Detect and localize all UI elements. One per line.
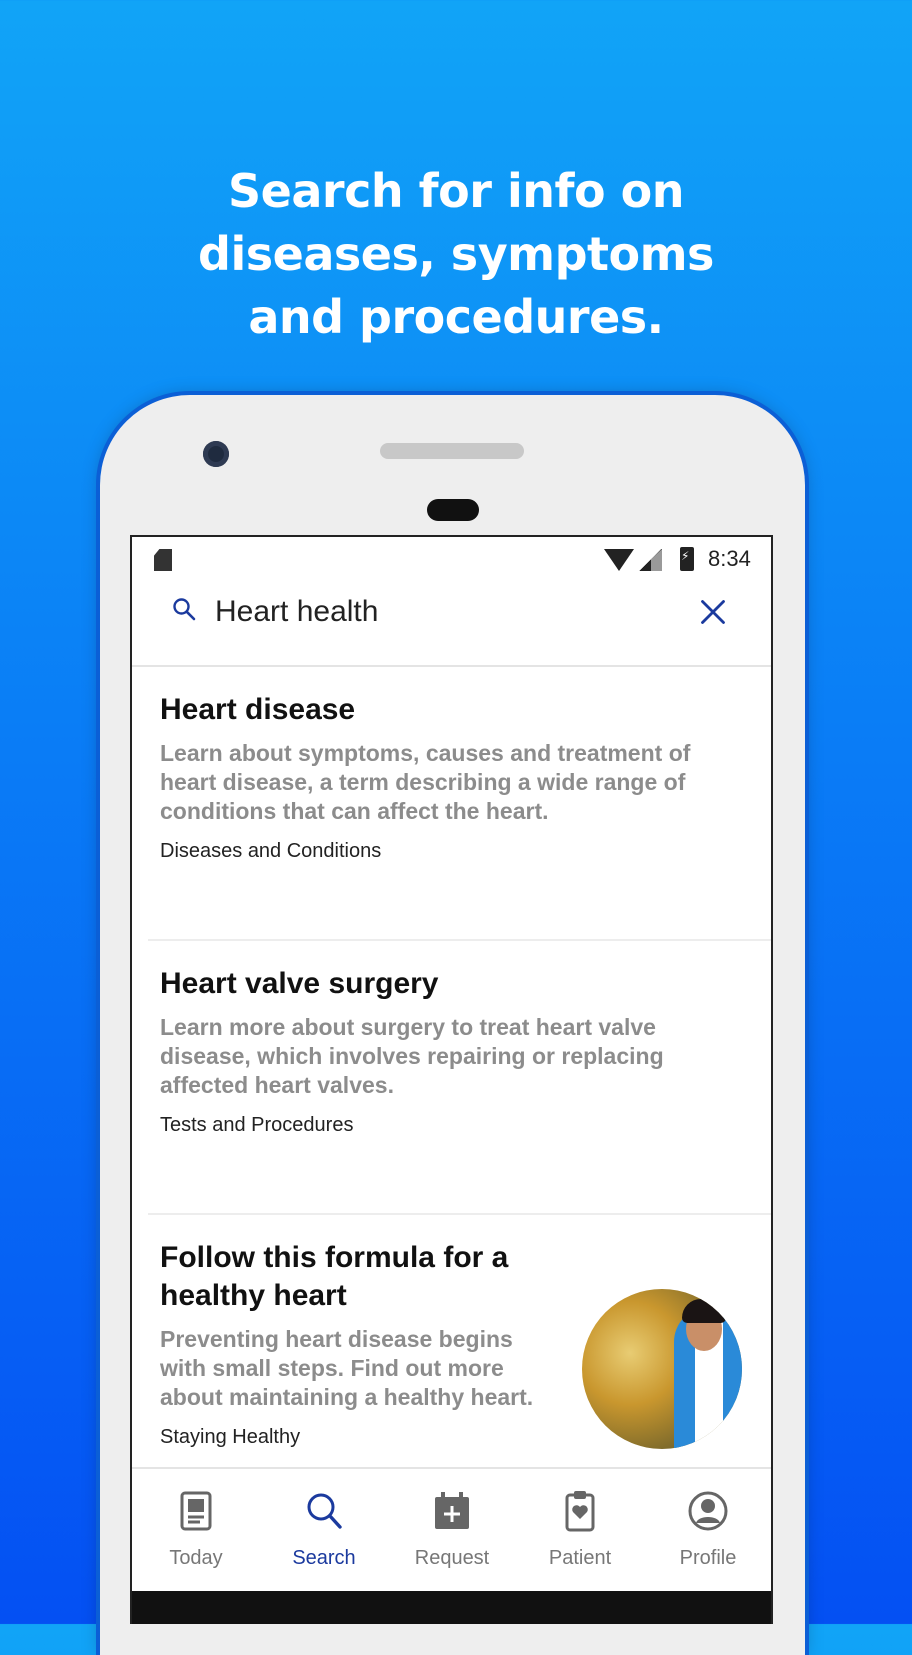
result-description: Learn about symptoms, causes and treatme… [160, 740, 691, 824]
result-description: Preventing heart disease begins with sma… [160, 1326, 534, 1410]
close-icon[interactable] [699, 598, 727, 626]
search-input[interactable]: Heart health [215, 595, 378, 629]
signal-icon [638, 549, 662, 571]
headline-line-2: diseases, symptoms [198, 227, 714, 281]
battery-icon [680, 547, 694, 571]
result-title: Heart disease [160, 693, 356, 726]
result-category: Tests and Procedures [160, 1114, 354, 1136]
result-item[interactable]: Heart valve surgery Learn more about sur… [132, 941, 771, 1187]
speaker-grille [380, 443, 524, 459]
result-title: Follow this formula for a healthy heart [160, 1241, 509, 1312]
nav-search[interactable]: Search [260, 1469, 388, 1593]
proximity-sensor [427, 499, 479, 521]
nav-label: Today [169, 1547, 223, 1569]
search-icon [307, 1493, 342, 1529]
nav-today[interactable]: Today [132, 1469, 260, 1593]
result-title: Heart valve surgery [160, 967, 439, 1000]
today-icon [180, 1491, 212, 1531]
result-item[interactable]: Follow this formula for a healthy heart … [132, 1215, 771, 1505]
search-bar[interactable]: Heart health [132, 581, 771, 667]
result-category: Diseases and Conditions [160, 840, 382, 862]
bottom-navigation: Today Search Request Patient Profile [132, 1467, 771, 1591]
result-category: Staying Healthy [160, 1426, 301, 1448]
wifi-icon [604, 549, 634, 571]
nav-label: Patient [548, 1547, 612, 1569]
calendar-add-icon [435, 1492, 469, 1529]
system-navigation-bar [132, 1591, 771, 1624]
search-icon [173, 598, 196, 621]
result-thumbnail-image [582, 1289, 742, 1449]
marketing-headline: Search for info on diseases, symptoms an… [0, 160, 912, 349]
nav-label: Profile [679, 1547, 737, 1569]
nav-label: Search [292, 1547, 356, 1569]
camera-icon [203, 441, 229, 467]
sd-card-icon [154, 549, 172, 571]
search-results-list: Heart disease Learn about symptoms, caus… [132, 667, 771, 1505]
status-time: 8:34 [708, 546, 751, 571]
nav-request[interactable]: Request [388, 1469, 516, 1593]
result-item[interactable]: Heart disease Learn about symptoms, caus… [132, 667, 771, 913]
nav-label: Request [414, 1547, 490, 1569]
result-description: Learn more about surgery to treat heart … [160, 1014, 664, 1098]
nav-patient[interactable]: Patient [516, 1469, 644, 1593]
clipboard-icon [565, 1491, 595, 1532]
headline-line-3: and procedures. [248, 290, 664, 344]
app-screen: 8:34 Heart health Heart disease Learn ab… [130, 535, 773, 1624]
nav-profile[interactable]: Profile [644, 1469, 771, 1593]
headline-line-1: Search for info on [228, 164, 684, 218]
profile-icon [688, 1491, 728, 1531]
status-bar: 8:34 [132, 537, 771, 581]
